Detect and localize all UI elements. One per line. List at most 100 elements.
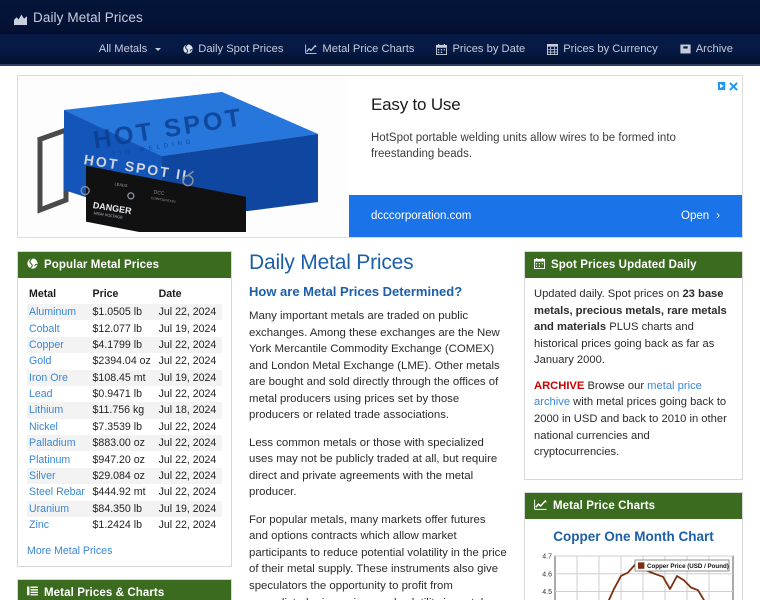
table-row[interactable]: Gold $2394.04 oz Jul 22, 2024 bbox=[27, 353, 222, 369]
metal-price: $84.350 lb bbox=[92, 502, 143, 515]
ad-text-block: Easy to Use HotSpot portable welding uni… bbox=[349, 76, 742, 195]
section-subtitle: How are Metal Prices Determined? bbox=[249, 284, 463, 299]
body-paragraph: For popular metals, many markets offer f… bbox=[249, 513, 507, 600]
metal-price: $108.45 mt bbox=[92, 371, 146, 384]
main-content: Daily Metal Prices How are Metal Prices … bbox=[249, 251, 507, 600]
charts-panel-title: Metal Prices & Charts bbox=[44, 586, 165, 599]
metal-price: $4.1799 lb bbox=[92, 338, 143, 351]
ad-open-button[interactable]: Open › bbox=[681, 210, 720, 222]
archive-box-icon bbox=[680, 44, 691, 54]
nav-item-archive[interactable]: Archive bbox=[669, 33, 744, 65]
archive-tag: ARCHIVE bbox=[534, 379, 585, 392]
chart-legend: Copper Price (USD / Pound) bbox=[634, 559, 730, 572]
table-row[interactable]: Nickel $7.3539 lb Jul 22, 2024 bbox=[27, 419, 222, 435]
ytick-label: 4.6 bbox=[542, 571, 552, 578]
ad-body: Easy to Use HotSpot portable welding uni… bbox=[349, 76, 742, 237]
ad-headline: Easy to Use bbox=[371, 95, 461, 114]
popular-prices-table: Metal Price Date Aluminum $1.0505 lb Jul 2… bbox=[27, 286, 222, 533]
metal-link[interactable]: Steel Rebar bbox=[29, 486, 85, 498]
table-row[interactable]: Uranium $84.350 lb Jul 19, 2024 bbox=[27, 500, 222, 517]
metal-price: $11.756 kg bbox=[92, 404, 145, 417]
close-icon[interactable] bbox=[729, 78, 738, 96]
metal-link[interactable]: Gold bbox=[29, 355, 51, 367]
table-row[interactable]: Platinum $947.20 oz Jul 22, 2024 bbox=[27, 451, 222, 467]
adchoices-icon[interactable] bbox=[717, 78, 728, 96]
table-row[interactable]: Aluminum $1.0505 lb Jul 22, 2024 bbox=[27, 304, 222, 321]
nav-list: All Metals Daily Spot Prices Metal Price… bbox=[88, 33, 744, 65]
metal-price: $1.0505 lb bbox=[92, 306, 143, 319]
metal-link[interactable]: Platinum bbox=[29, 454, 70, 466]
table-row[interactable]: Palladium $883.00 oz Jul 22, 2024 bbox=[27, 435, 222, 452]
table-row[interactable]: Copper $4.1799 lb Jul 22, 2024 bbox=[27, 336, 222, 354]
metal-price: $29.084 oz bbox=[92, 469, 145, 482]
metal-price: $2394.04 oz bbox=[92, 355, 151, 368]
nav-item-prices-by-date[interactable]: Prices by Date bbox=[425, 33, 536, 65]
metal-price-charts-panel: Metal Price Charts Copper One Month Char… bbox=[524, 491, 743, 600]
metal-link[interactable]: Aluminum bbox=[29, 306, 76, 318]
page-title: Daily Metal Prices bbox=[249, 251, 414, 274]
metal-price: $0.9471 lb bbox=[92, 388, 143, 401]
metal-date: Jul 22, 2024 bbox=[158, 306, 217, 319]
copper-one-month-chart[interactable]: 4.7 4.6 4.5 4.4 4.3 4.2 bbox=[529, 552, 738, 600]
chart-panel-header: Metal Price Charts bbox=[525, 492, 742, 519]
ad-open-label: Open bbox=[681, 210, 710, 222]
table-row[interactable]: Steel Rebar $444.92 mt Jul 22, 2024 bbox=[27, 484, 222, 500]
chart-panel-title: Metal Price Charts bbox=[553, 499, 656, 512]
content-columns: Popular Metal Prices Metal Price Date Al… bbox=[0, 238, 760, 600]
line-chart-icon bbox=[534, 499, 547, 513]
calendar-icon bbox=[534, 258, 545, 272]
spot-paragraph-2: ARCHIVE Browse our metal price archive w… bbox=[534, 378, 733, 461]
spot-panel-header: Spot Prices Updated Daily bbox=[525, 252, 742, 278]
ad-choices-controls[interactable] bbox=[717, 78, 738, 96]
metal-link[interactable]: Nickel bbox=[29, 421, 58, 433]
metal-date: Jul 22, 2024 bbox=[158, 420, 217, 433]
metal-date: Jul 22, 2024 bbox=[158, 338, 217, 351]
metal-price: $7.3539 lb bbox=[92, 420, 143, 433]
nav-label-prices-by-currency: Prices by Currency bbox=[563, 43, 658, 55]
metal-link[interactable]: Cobalt bbox=[29, 323, 60, 335]
copper-chart-holder[interactable]: 4.7 4.6 4.5 4.4 4.3 4.2 bbox=[525, 552, 742, 600]
right-sidebar: Spot Prices Updated Daily Updated daily.… bbox=[524, 251, 743, 600]
metal-link[interactable]: Zinc bbox=[29, 519, 49, 531]
table-row[interactable]: Cobalt $12.077 lb Jul 19, 2024 bbox=[27, 320, 222, 336]
advertisement-region: HOT SPOT TIG WELDING HOT SPOT II LEADS D… bbox=[0, 66, 760, 238]
ad-description: HotSpot portable welding units allow wir… bbox=[371, 132, 676, 161]
metal-date: Jul 22, 2024 bbox=[158, 437, 217, 450]
table-row[interactable]: Lead $0.9471 lb Jul 22, 2024 bbox=[27, 386, 222, 402]
col-date: Date bbox=[158, 288, 182, 300]
nav-item-metal-price-charts[interactable]: Metal Price Charts bbox=[294, 33, 425, 65]
line-chart-icon bbox=[305, 44, 317, 54]
ad-product-image[interactable]: HOT SPOT TIG WELDING HOT SPOT II LEADS D… bbox=[18, 76, 349, 237]
metal-link[interactable]: Lithium bbox=[29, 404, 63, 416]
legend-label: Copper Price (USD / Pound) bbox=[647, 563, 729, 570]
nav-item-all-metals[interactable]: All Metals bbox=[88, 33, 173, 65]
ad-banner[interactable]: HOT SPOT TIG WELDING HOT SPOT II LEADS D… bbox=[17, 75, 743, 238]
metal-link[interactable]: Copper bbox=[29, 339, 64, 351]
metal-date: Jul 22, 2024 bbox=[158, 453, 217, 466]
popular-prices-rows: Aluminum $1.0505 lb Jul 22, 2024 Cobalt $12… bbox=[27, 304, 222, 533]
brand-title: Daily Metal Prices bbox=[33, 9, 143, 25]
nav-item-daily-spot-prices[interactable]: Daily Spot Prices bbox=[172, 33, 294, 65]
metal-date: Jul 22, 2024 bbox=[158, 355, 217, 368]
table-row[interactable]: Zinc $1.2424 lb Jul 22, 2024 bbox=[27, 517, 222, 533]
metal-link[interactable]: Silver bbox=[29, 470, 56, 482]
ad-cta-bar[interactable]: dcccorporation.com Open › bbox=[349, 195, 742, 237]
nav-label-prices-by-date: Prices by Date bbox=[452, 43, 526, 55]
table-header-row: Metal Price Date bbox=[27, 286, 222, 304]
metal-link[interactable]: Palladium bbox=[29, 437, 76, 449]
metal-price: $12.077 lb bbox=[92, 322, 143, 335]
metal-link[interactable]: Lead bbox=[29, 388, 53, 400]
charts-panel-header: Metal Prices & Charts bbox=[18, 580, 231, 600]
table-row[interactable]: Iron Ore $108.45 mt Jul 19, 2024 bbox=[27, 369, 222, 386]
chart-area-icon bbox=[14, 12, 27, 25]
more-metal-prices-link[interactable]: More Metal Prices bbox=[27, 545, 222, 557]
metal-link[interactable]: Uranium bbox=[29, 503, 69, 515]
metal-link[interactable]: Iron Ore bbox=[29, 372, 68, 384]
table-row[interactable]: Lithium $11.756 kg Jul 18, 2024 bbox=[27, 402, 222, 419]
nav-item-prices-by-currency[interactable]: Prices by Currency bbox=[536, 33, 669, 65]
brand-logo-link[interactable]: Daily Metal Prices bbox=[14, 10, 143, 25]
table-row[interactable]: Silver $29.084 oz Jul 22, 2024 bbox=[27, 467, 222, 485]
main-navigation: All Metals Daily Spot Prices Metal Price… bbox=[0, 34, 760, 66]
hotspot-welder-illustration: HOT SPOT TIG WELDING HOT SPOT II LEADS D… bbox=[37, 91, 318, 232]
col-metal: Metal bbox=[29, 288, 57, 300]
